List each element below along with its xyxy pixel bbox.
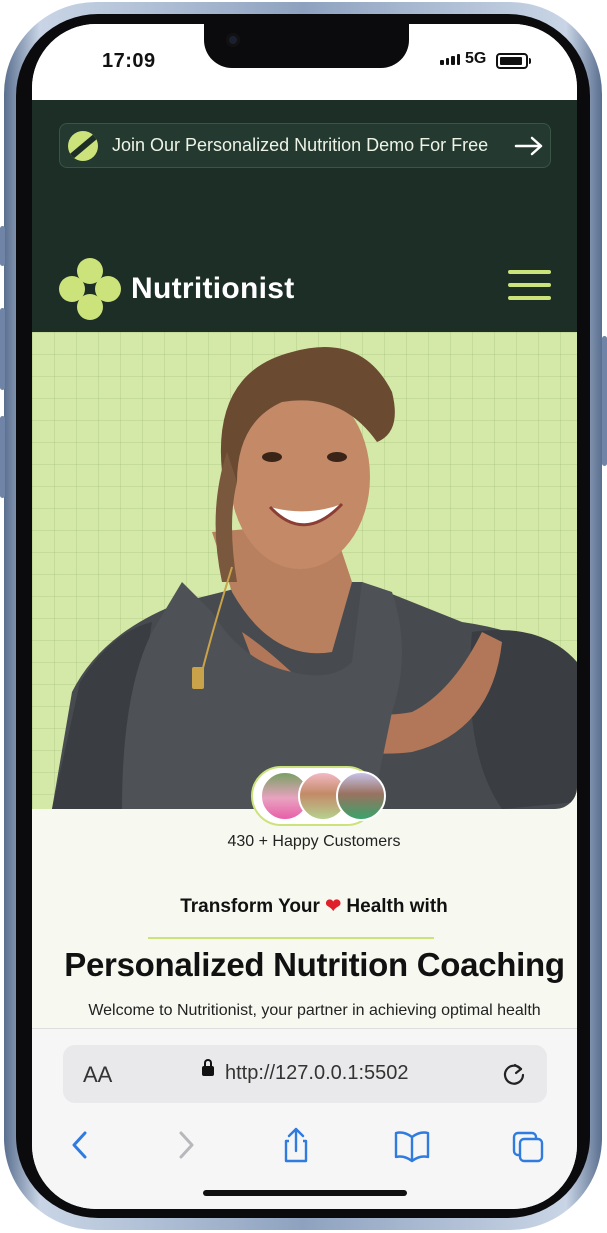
power-button xyxy=(602,336,607,466)
safari-toolbar: AA http://127.0.0.1:5502 xyxy=(32,1028,577,1209)
bookmarks-icon[interactable] xyxy=(394,1125,430,1165)
battery-icon xyxy=(496,53,531,69)
action-button xyxy=(0,226,5,266)
subheading-text-after: Health with xyxy=(346,896,448,917)
cellular-signal-icon xyxy=(440,54,460,65)
web-page[interactable]: Join Our Personalized Nutrition Demo For… xyxy=(32,100,577,1028)
home-indicator xyxy=(203,1190,407,1196)
tabs-icon[interactable] xyxy=(510,1125,546,1165)
page-title: Personalized Nutrition Coaching xyxy=(64,946,565,983)
intro-text: Welcome to Nutritionist, your partner in… xyxy=(88,1002,541,1019)
share-icon[interactable] xyxy=(278,1125,314,1165)
arrow-right-icon xyxy=(514,136,543,155)
status-bar: 17:09 5G xyxy=(32,24,577,100)
browser-nav-bar xyxy=(32,1125,577,1169)
address-bar[interactable]: AA http://127.0.0.1:5502 xyxy=(63,1045,547,1103)
subheading-underline xyxy=(148,937,434,939)
screen: 17:09 5G Join Our Personalized Nutrition… xyxy=(32,24,577,1209)
lock-icon xyxy=(202,1059,214,1076)
customer-avatars xyxy=(251,766,386,826)
intro-subheading: Transform Your ❤ Health with xyxy=(32,895,577,918)
happy-customers-count: 430 + Happy Customers xyxy=(227,833,401,850)
front-camera xyxy=(226,33,240,47)
reload-icon[interactable] xyxy=(501,1061,527,1087)
hero-woman-illustration xyxy=(52,347,577,809)
brand-name: Nutritionist xyxy=(131,272,295,305)
promo-text: Join Our Personalized Nutrition Demo For… xyxy=(112,135,489,155)
text-size-button[interactable]: AA xyxy=(83,1062,112,1088)
subheading-text-before: Transform Your xyxy=(180,896,320,917)
chevron-left-icon[interactable] xyxy=(62,1125,98,1165)
chevron-right-icon[interactable] xyxy=(168,1125,204,1165)
hero-image xyxy=(32,332,577,809)
network-type: 5G xyxy=(465,50,487,67)
menu-icon[interactable] xyxy=(508,270,551,302)
promo-banner[interactable]: Join Our Personalized Nutrition Demo For… xyxy=(59,123,551,168)
ball-icon xyxy=(68,130,98,161)
heart-icon: ❤ xyxy=(325,896,342,917)
brand-logo[interactable]: Nutritionist xyxy=(59,258,295,320)
notch xyxy=(204,24,409,68)
status-time: 17:09 xyxy=(102,50,156,72)
site-header: Join Our Personalized Nutrition Demo For… xyxy=(32,100,577,332)
volume-up-button xyxy=(0,308,5,390)
url-text[interactable]: http://127.0.0.1:5502 xyxy=(225,1062,409,1085)
customer-avatar xyxy=(336,771,386,821)
clover-logo-icon xyxy=(59,258,121,320)
volume-down-button xyxy=(0,416,5,498)
